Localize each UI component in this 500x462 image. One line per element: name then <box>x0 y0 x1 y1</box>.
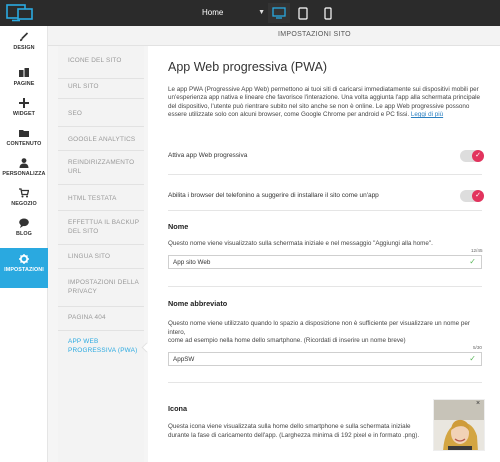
desktop-icon[interactable] <box>268 3 290 23</box>
settings-nav-item-google-analytics[interactable]: GOOGLE ANALYTICS <box>58 135 144 144</box>
settings-header: IMPOSTAZIONI SITO <box>48 26 500 46</box>
page-title: IMPOSTAZIONI SITO <box>278 31 351 38</box>
divider <box>58 244 144 245</box>
phone-icon[interactable] <box>317 3 339 23</box>
gear-icon <box>19 254 29 264</box>
settings-nav-item-seo[interactable]: SEO <box>58 109 144 118</box>
divider <box>58 150 144 151</box>
divider <box>58 126 144 127</box>
pages-icon <box>19 68 29 77</box>
divider <box>168 382 482 383</box>
icon-title: Icona <box>168 404 188 413</box>
chat-icon <box>19 218 29 228</box>
settings-nav-item-privacy[interactable]: IMPOSTAZIONI DELLA PRIVACY <box>58 278 144 296</box>
sidebar-item-label: IMPOSTAZIONI <box>4 267 44 273</box>
intro-text: Le app PWA (Progressive App Web) permett… <box>168 86 484 120</box>
divider <box>58 268 144 269</box>
check-icon: ✓ <box>469 354 476 363</box>
brush-icon <box>20 32 29 42</box>
icon-description: Questa icona viene visualizzata sulla ho… <box>168 423 420 439</box>
section-title: App Web progressiva (PWA) <box>168 60 328 74</box>
divider <box>168 174 482 175</box>
toggle-install-label: Abilita i browser del telefonino a sugge… <box>168 192 379 199</box>
user-icon <box>19 158 29 168</box>
divider <box>58 306 144 307</box>
settings-nav-item-backup[interactable]: EFFETTUA IL BACKUP DEL SITO <box>58 218 144 236</box>
name-field-value: App sito Web <box>173 259 211 266</box>
top-bar: Home ▼ <box>0 0 500 26</box>
app-icon-image <box>434 400 484 450</box>
folder-icon <box>19 130 29 137</box>
sidebar-item-label: PERSONALIZZA <box>2 171 46 177</box>
sidebar-item-design[interactable]: DESIGN <box>0 26 48 64</box>
settings-nav-item-site-icons[interactable]: ICONE DEL SITO <box>58 56 144 65</box>
plus-icon <box>19 98 29 108</box>
check-icon: ✓ <box>472 150 484 162</box>
learn-more-link[interactable]: Leggi di più <box>411 111 443 118</box>
chevron-down-icon: ▼ <box>258 9 265 16</box>
divider <box>168 210 482 211</box>
toggle-pwa-label: Attiva app Web progressiva <box>168 152 248 159</box>
check-icon: ✓ <box>469 257 476 266</box>
toggle-install-prompt[interactable]: ✓ <box>460 190 484 202</box>
short-name-field-value: AppSW <box>173 356 195 363</box>
toggle-pwa[interactable]: ✓ <box>460 150 484 162</box>
short-name-description-line2: come ad esempio nella home dello smartph… <box>168 337 406 345</box>
close-icon[interactable]: × <box>476 400 480 407</box>
name-title: Nome <box>168 222 189 231</box>
sidebar-item-label: BLOG <box>16 231 32 237</box>
divider <box>58 210 144 211</box>
tablet-icon[interactable] <box>292 3 314 23</box>
sidebar-item-label: PAGINE <box>13 81 35 87</box>
sidebar-item-label: WIDGET <box>12 111 36 117</box>
short-name-field[interactable]: AppSW ✓ <box>168 352 482 366</box>
sidebar-item-label: CONTENUTO <box>6 141 42 147</box>
settings-nav-item-url-redirect[interactable]: REINDIRIZZAMENTO URL <box>58 158 144 176</box>
settings-nav-item-site-language[interactable]: LINGUA SITO <box>58 252 144 261</box>
sidebar-item-blog[interactable]: BLOG <box>0 212 48 250</box>
settings-nav-item-site-url[interactable]: URL SITO <box>58 82 144 91</box>
check-icon: ✓ <box>472 190 484 202</box>
sidebar-item-label: NEGOZIO <box>11 201 37 207</box>
cart-icon <box>19 188 29 198</box>
short-name-counter: 5/30 <box>473 345 482 350</box>
settings-nav: ICONE DEL SITO URL SITO SEO GOOGLE ANALY… <box>58 46 144 462</box>
divider <box>168 286 482 287</box>
settings-nav-item-404[interactable]: PAGINA 404 <box>58 313 144 322</box>
divider <box>58 330 144 331</box>
page-select-value: Home <box>202 8 224 17</box>
name-counter: 12/45 <box>471 248 483 253</box>
short-name-description: Questo nome viene utilizzato quando lo s… <box>168 320 484 346</box>
short-name-title: Nome abbreviato <box>168 299 228 308</box>
short-name-description-line1: Questo nome viene utilizzato quando lo s… <box>168 320 470 336</box>
monitor-logo-icon[interactable] <box>6 4 34 22</box>
name-field[interactable]: App sito Web ✓ <box>168 255 482 269</box>
settings-nav-item-html-header[interactable]: HTML TESTATA <box>58 194 144 203</box>
settings-nav-item-pwa[interactable]: APP WEB PROGRESSIVA (PWA) <box>58 337 144 355</box>
sidebar-item-settings[interactable]: IMPOSTAZIONI <box>0 248 48 288</box>
divider <box>58 98 144 99</box>
sidebar-item-label: DESIGN <box>13 45 35 51</box>
sidebar: DESIGN PAGINE WIDGET CONTENUTO PERSONALI… <box>0 26 48 462</box>
main-panel: App Web progressiva (PWA) Le app PWA (Pr… <box>148 46 500 462</box>
page-select[interactable]: Home ▼ <box>195 3 269 23</box>
divider <box>58 184 144 185</box>
divider <box>58 78 144 79</box>
name-description: Questo nome viene visualizzato sulla sch… <box>168 240 433 247</box>
